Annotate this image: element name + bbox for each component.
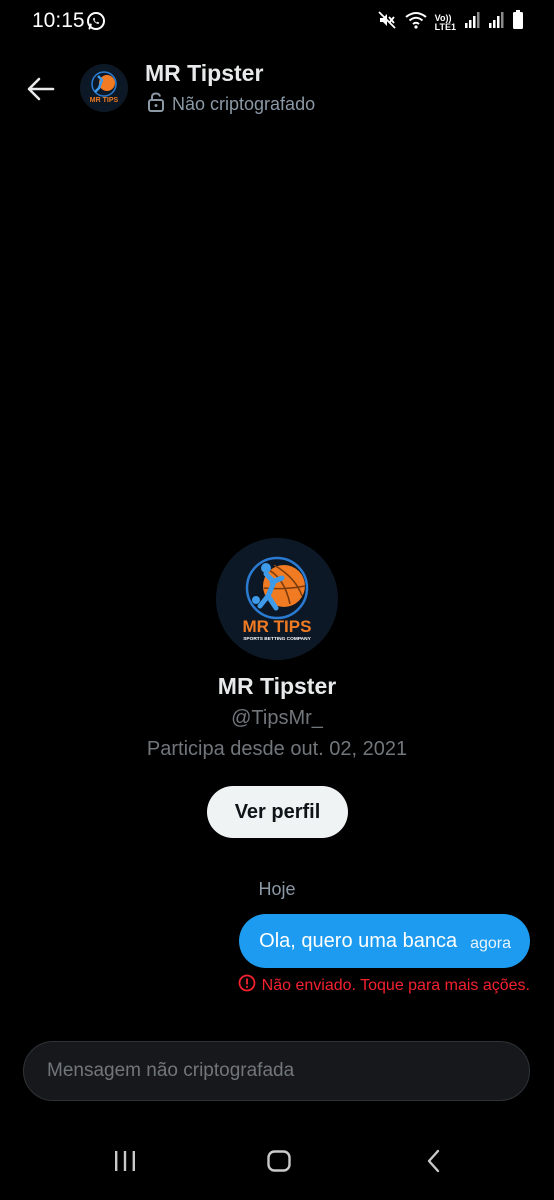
message-composer[interactable] bbox=[23, 1041, 530, 1101]
date-separator: Hoje bbox=[258, 879, 296, 899]
back-nav-icon[interactable] bbox=[424, 1148, 444, 1179]
profile-name: MR Tipster bbox=[217, 673, 337, 699]
unlocked-lock-icon bbox=[147, 92, 165, 117]
error-icon bbox=[238, 974, 256, 997]
system-nav-bar bbox=[0, 1130, 554, 1200]
error-text: Não enviado. Toque para mais ações. bbox=[261, 976, 530, 994]
signal-icon bbox=[464, 11, 480, 34]
header-logo-text: MR TIPS bbox=[90, 97, 119, 104]
encryption-status: Não criptografado bbox=[147, 92, 315, 117]
profile-joined-date: Participa desde out. 02, 2021 bbox=[146, 738, 408, 760]
header-contact-name[interactable]: MR Tipster bbox=[145, 60, 263, 87]
status-time: 10:15 bbox=[32, 9, 85, 32]
encryption-status-label: Não criptografado bbox=[172, 94, 316, 114]
profile-logo-subtext: SPORTS BETTING COMPANY bbox=[243, 636, 311, 642]
lte-label: LTE1 bbox=[434, 21, 456, 32]
profile-handle: @TipsMr_ bbox=[231, 707, 323, 729]
header-avatar[interactable]: MR TIPS bbox=[80, 64, 128, 112]
home-icon[interactable] bbox=[266, 1148, 292, 1179]
volte-indicator: Vo)) LTE1 bbox=[434, 13, 456, 32]
profile-logo-text: MR TIPS bbox=[243, 617, 312, 636]
message-error[interactable]: Não enviado. Toque para mais ações. bbox=[238, 974, 530, 997]
status-icons: Vo)) LTE1 bbox=[377, 10, 524, 35]
battery-icon bbox=[512, 10, 524, 35]
whatsapp-icon bbox=[86, 11, 106, 36]
status-bar: 10:15 Vo)) LTE1 bbox=[0, 0, 554, 46]
message-text: Ola, quero uma banca bbox=[259, 929, 458, 952]
wifi-icon bbox=[405, 11, 427, 34]
message-bubble[interactable]: Ola, quero uma banca agora bbox=[239, 914, 530, 968]
recent-apps-icon[interactable] bbox=[113, 1148, 137, 1179]
signal-icon bbox=[488, 11, 504, 34]
message-time: agora bbox=[470, 935, 511, 952]
back-arrow-icon[interactable] bbox=[24, 72, 58, 106]
conversation-header: MR TIPS MR Tipster Não criptografado bbox=[0, 58, 554, 122]
message-input[interactable] bbox=[47, 1060, 487, 1082]
mute-icon bbox=[377, 10, 397, 35]
view-profile-button[interactable]: Ver perfil bbox=[207, 786, 348, 838]
profile-avatar[interactable]: MR TIPS SPORTS BETTING COMPANY bbox=[216, 538, 338, 660]
